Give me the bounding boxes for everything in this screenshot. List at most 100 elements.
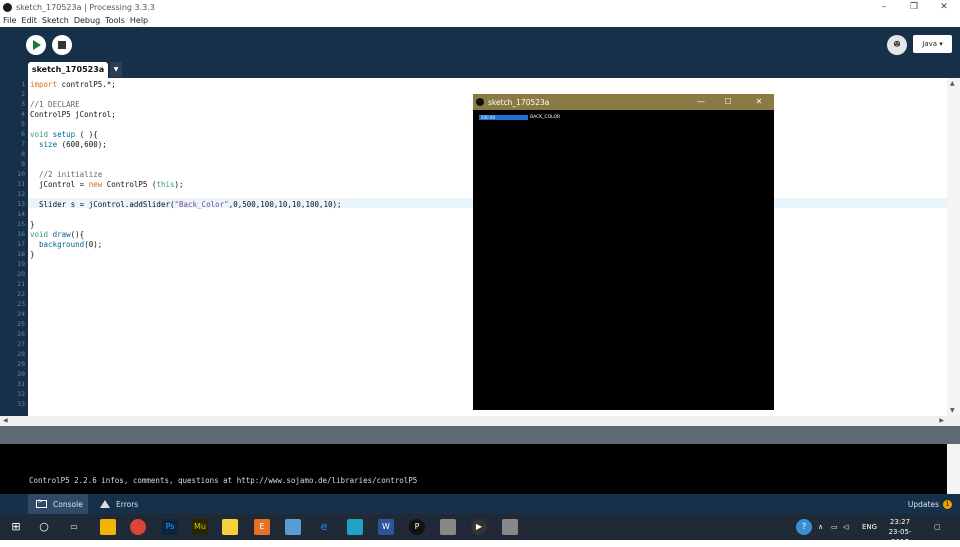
updates-badge: 1 (943, 499, 952, 509)
scroll-down-icon[interactable]: ▼ (950, 407, 955, 414)
store-icon[interactable] (347, 519, 363, 535)
photos-icon[interactable] (285, 519, 301, 535)
sketch-minimize-button[interactable]: — (691, 94, 711, 110)
menu-bar: File Edit Sketch Debug Tools Help (0, 14, 960, 27)
clock-date: 23-05-2017 (888, 528, 912, 546)
line-number: 23 (17, 300, 25, 308)
line-number: 21 (17, 280, 25, 288)
code-line[interactable]: } (30, 220, 35, 230)
file-explorer-icon[interactable] (100, 519, 116, 535)
line-number: 15 (17, 220, 25, 228)
code-line[interactable]: Slider s = jControl.addSlider("Back_Colo… (30, 200, 342, 210)
console-divider[interactable] (0, 426, 960, 444)
scroll-up-icon[interactable]: ▲ (950, 80, 955, 87)
line-number: 20 (17, 270, 25, 278)
window-thumb-icon-2[interactable] (502, 519, 518, 535)
line-number: 16 (17, 230, 25, 238)
muse-icon[interactable]: Mu (192, 519, 208, 535)
line-number: 5 (21, 120, 25, 128)
code-line[interactable]: void setup ( ){ (30, 130, 98, 140)
sketch-maximize-button[interactable]: ☐ (718, 94, 738, 110)
scroll-right-icon[interactable]: ▶ (939, 417, 944, 424)
maximize-button[interactable]: ❐ (900, 0, 928, 14)
photoshop-icon[interactable]: Ps (162, 519, 178, 535)
minimize-button[interactable]: – (870, 0, 898, 14)
scroll-left-icon[interactable]: ◀ (3, 417, 8, 424)
debugger-button[interactable]: ꔮ (887, 35, 907, 55)
code-line[interactable]: jControl = new ControlP5 (this); (30, 180, 184, 190)
console-icon (36, 498, 47, 508)
status-bar: Console Errors Updates 1 (0, 494, 960, 514)
code-line[interactable]: void draw(){ (30, 230, 84, 240)
sketch-window-title-bar: sketch_170523a — ☐ ✕ (473, 94, 774, 110)
line-number: 12 (17, 190, 25, 198)
console-message: ControlP5 2.2.6 infos, comments, questio… (29, 476, 418, 485)
line-number: 26 (17, 330, 25, 338)
menu-help[interactable]: Help (130, 16, 148, 25)
windows-taskbar: ⊞ ○ ▭ Ps Mu E e W P ▶ ? ∧ ▭ ◁ ENG 23:27 … (0, 514, 960, 546)
volume-icon[interactable]: ◁ (843, 514, 848, 540)
close-button[interactable]: ✕ (930, 0, 958, 14)
battery-icon[interactable]: ▭ (831, 514, 838, 540)
processing-taskbar-icon[interactable]: P (409, 519, 425, 535)
slider-label: BACK_COLOR (530, 115, 561, 120)
line-number: 18 (17, 250, 25, 258)
code-line[interactable]: //1 DECLARE (30, 100, 80, 110)
line-number: 30 (17, 370, 25, 378)
menu-edit[interactable]: Edit (21, 16, 37, 25)
language-indicator[interactable]: ENG (862, 514, 877, 540)
window-title: sketch_170523a | Processing 3.3.3 (16, 2, 155, 12)
help-icon[interactable]: ? (796, 519, 812, 535)
line-number: 4 (21, 110, 25, 118)
menu-sketch[interactable]: Sketch (42, 16, 69, 25)
line-number: 11 (17, 180, 25, 188)
code-line[interactable]: } (30, 250, 35, 260)
sticky-notes-icon[interactable] (222, 519, 238, 535)
line-number: 29 (17, 360, 25, 368)
stop-button[interactable] (52, 35, 72, 55)
window-title-bar: sketch_170523a | Processing 3.3.3 – ❐ ✕ (0, 0, 960, 14)
tray-chevron-icon[interactable]: ∧ (818, 514, 823, 540)
code-line[interactable]: background(0); (30, 240, 102, 250)
sketch-close-button[interactable]: ✕ (749, 94, 769, 110)
code-line[interactable]: size (600,600); (30, 140, 107, 150)
line-number: 8 (21, 150, 25, 158)
cortana-search-icon[interactable]: ○ (36, 519, 52, 535)
taskbar-clock[interactable]: 23:27 23-05-2017 (880, 517, 920, 547)
sketch-taskbar-icon[interactable]: ▶ (471, 519, 487, 535)
line-number: 22 (17, 290, 25, 298)
word-icon[interactable]: W (378, 519, 394, 535)
processing-icon (476, 98, 484, 106)
processing-app-icon (3, 2, 12, 12)
menu-tools[interactable]: Tools (105, 16, 125, 25)
window-thumb-icon[interactable] (440, 519, 456, 535)
chrome-icon[interactable] (130, 519, 146, 535)
editor-horizontal-scrollbar[interactable]: ◀ ▶ (0, 416, 960, 426)
menu-debug[interactable]: Debug (74, 16, 100, 25)
notifications-icon[interactable]: ▢ (934, 514, 941, 540)
code-line[interactable]: //2 initialize (30, 170, 102, 180)
updates-indicator[interactable]: Updates 1 (908, 494, 952, 514)
console-tab[interactable]: Console (28, 494, 88, 514)
tab-sketch[interactable]: sketch_170523a (28, 62, 108, 78)
code-line[interactable]: import controlP5.*; (30, 80, 116, 90)
editor-vertical-scrollbar[interactable]: ▲ ▼ (947, 78, 960, 416)
windows-start-icon[interactable]: ⊞ (8, 519, 24, 535)
line-number: 7 (21, 140, 25, 148)
line-number: 13 (17, 200, 25, 208)
errors-tab[interactable]: Errors (100, 494, 138, 514)
code-line[interactable]: ControlP5 jControl; (30, 110, 116, 120)
tab-menu-button[interactable]: ▼ (110, 62, 122, 77)
line-number: 19 (17, 260, 25, 268)
sketch-window-title: sketch_170523a (488, 97, 550, 107)
back-color-slider[interactable]: 500.00 (479, 115, 528, 120)
line-number: 31 (17, 380, 25, 388)
mode-selector[interactable]: Java ▾ (913, 35, 952, 53)
sketch-window: sketch_170523a — ☐ ✕ 500.00 BACK_COLOR (473, 94, 774, 410)
run-button[interactable] (26, 35, 46, 55)
app-e-icon[interactable]: E (254, 519, 270, 535)
edge-icon[interactable]: e (316, 519, 332, 535)
menu-file[interactable]: File (3, 16, 16, 25)
task-view-icon[interactable]: ▭ (66, 519, 82, 535)
console-scrollbar[interactable] (947, 444, 960, 494)
